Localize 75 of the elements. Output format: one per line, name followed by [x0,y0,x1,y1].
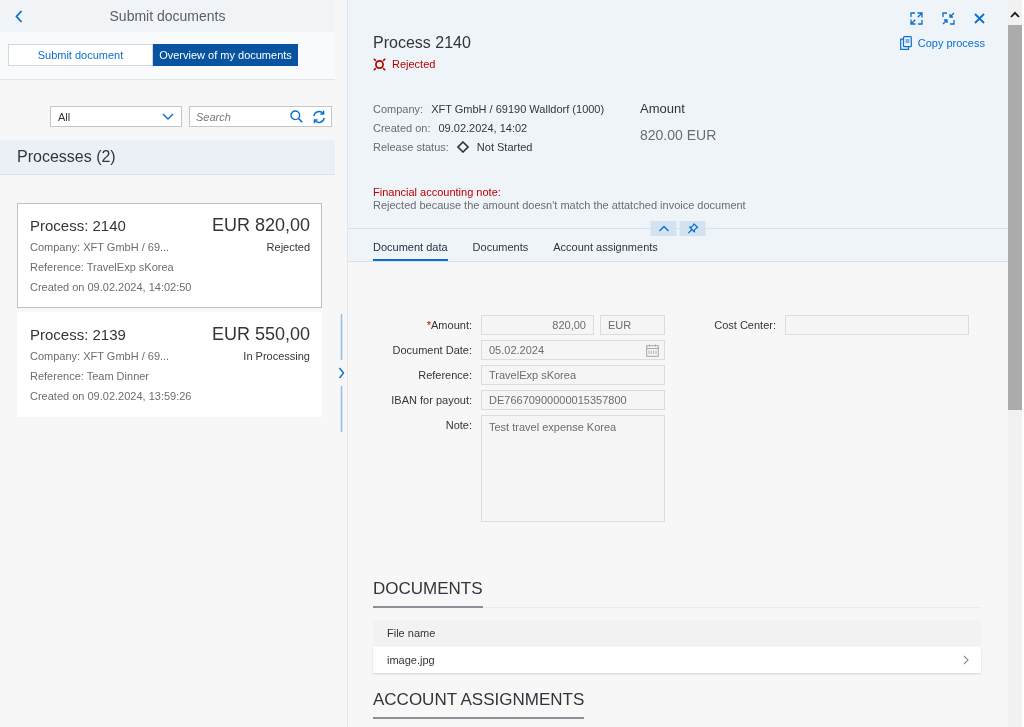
calendar-icon [646,343,659,357]
status-text: In Processing [243,349,310,364]
section-heading: DOCUMENTS [373,579,483,608]
diamond-icon [456,140,469,153]
page-title: Submit documents [109,8,226,24]
field-label: Amount: [431,318,472,333]
pin-icon [687,223,698,234]
process-amount: EUR 550,00 [211,323,310,345]
process-title: Process: 2139 [30,325,126,345]
chevron-down-icon[interactable] [162,113,174,120]
object-title: Process 2140 [373,33,471,53]
required-mark: * [426,318,432,333]
date-field[interactable]: 05.02.2024 [481,340,665,360]
note-text: Rejected because the amount doesn't match the attatched invoice document [373,199,746,212]
amount-value: 820.00 EUR [640,126,717,145]
chevron-up-icon[interactable] [1010,11,1020,18]
table-row[interactable]: image.jpg [373,647,981,673]
collapse-header-button[interactable] [650,221,677,236]
company-text: Company: XFT GmbH / 69... [30,240,170,255]
process-title: Process: 2140 [30,216,126,236]
note-title: Financial accounting note: [373,186,501,199]
error-status-icon [373,57,386,71]
table-cell: image.jpg [387,654,435,666]
segment-button[interactable]: Overview of my documents [153,44,298,66]
tab[interactable]: Account assignments [553,239,658,261]
scrollbar[interactable] [1008,0,1022,727]
tab[interactable]: Documents [472,239,529,261]
currency-field[interactable]: EUR [600,315,665,335]
field-label: Note: [445,418,472,433]
text-field[interactable]: DE76670900000015357800 [481,390,665,410]
status-text: Rejected [266,240,310,255]
field-label: Document Date: [392,343,472,358]
chevron-left-icon[interactable] [15,9,23,23]
amount-field[interactable]: 820,00 [481,315,594,335]
created-date: Created on 09.02.2024, 14:02:50 [30,280,192,295]
info-value: XFT GmbH / 69190 Walldorf (1000) [431,102,605,115]
text-field[interactable] [785,315,969,335]
info-label: Release status: [373,140,449,153]
text-area[interactable]: Test travel expense Korea [481,415,665,522]
created-date: Created on 09.02.2024, 13:59:26 [30,389,192,404]
section-heading: ACCOUNT ASSIGNMENTS [373,690,585,719]
search-icon[interactable] [290,110,303,123]
search-field[interactable]: Search [189,106,332,127]
field-label: Reference: [418,368,472,383]
reference-text: Reference: Team Dinner [30,369,150,384]
field-label: IBAN for payout: [391,393,472,408]
arrows-in-icon[interactable] [942,11,955,25]
copy-icon [899,36,912,50]
amount-label: Amount [640,100,686,118]
scrollbar-thumb[interactable] [1008,25,1022,410]
field-label: Cost Center: [714,318,776,333]
release-status-text: Not Started [476,140,533,153]
close-icon[interactable] [974,12,985,24]
tab[interactable]: Document data [373,239,448,261]
status-text: Rejected [392,58,436,70]
filter-dropdown[interactable]: All [50,106,182,127]
chevron-up-icon [658,225,669,232]
process-amount: EUR 820,00 [211,214,310,236]
list-title: Processes (2) [0,140,335,175]
chevron-right-icon [963,655,969,665]
segment-button[interactable]: Submit document [8,44,153,66]
circular-arrows-icon[interactable] [312,109,326,124]
info-label: Company: [373,102,424,115]
info-label: Created on: [373,121,431,134]
pin-header-button[interactable] [679,221,706,236]
reference-text: Reference: TravelExp sKorea [30,260,174,275]
splitter-handle[interactable] [336,313,346,432]
column-header: File name [387,627,436,639]
copy-process-link[interactable]: Copy process [899,36,985,50]
process-card[interactable]: Process: 2139 EUR 550,00 Company: XFT GmbH / 69... In Processing Reference: Team Dinner Created on 09.02.2024, 13:59:26 [17,312,322,417]
text-field[interactable]: TravelExp sKorea [481,365,665,385]
company-text: Company: XFT GmbH / 69... [30,349,170,364]
info-value: 09.02.2024, 14:02 [438,121,528,134]
arrows-out-icon[interactable] [910,11,923,25]
process-card[interactable]: Process: 2140 EUR 820,00 Company: XFT GmbH / 69... Rejected Reference: TravelExp sKorea Created on 09.02.2024, 14:02:50 [17,203,322,308]
